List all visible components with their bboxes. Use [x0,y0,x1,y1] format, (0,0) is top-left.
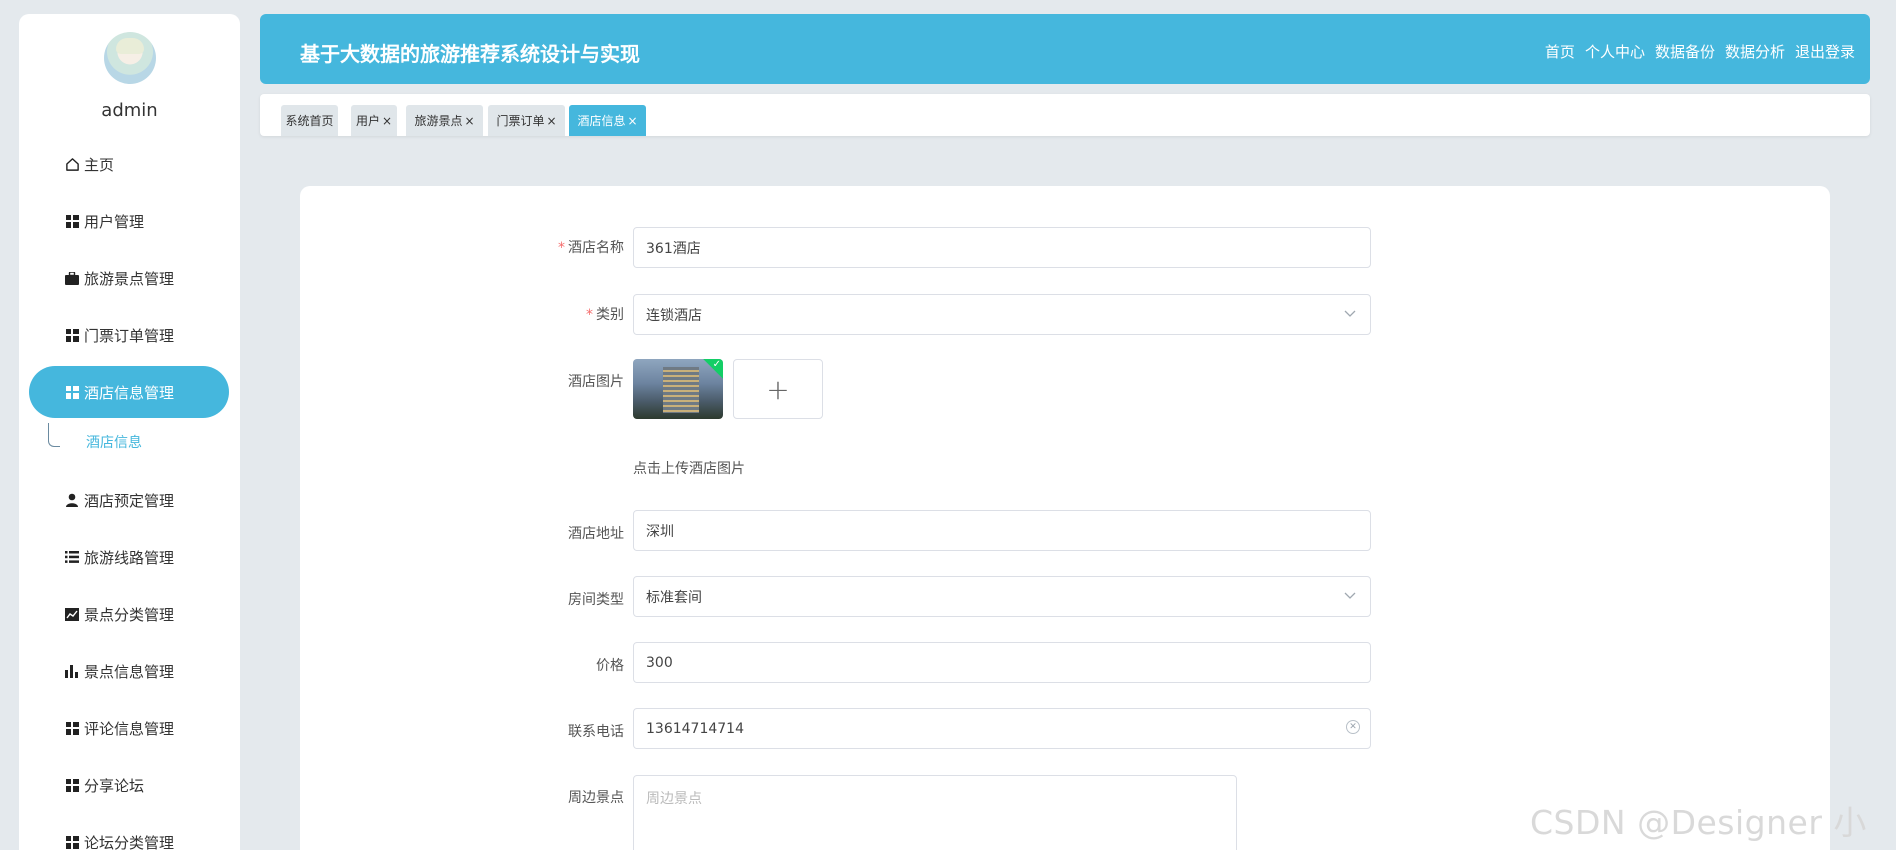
nav-home-link[interactable]: 首页 [1545,41,1575,62]
grid-icon [63,776,81,794]
header-nav: 首页 个人中心 数据备份 数据分析 退出登录 [1545,41,1855,62]
sidebar-item-label: 用户管理 [84,212,145,231]
grid-icon [63,326,81,344]
user-name: admin [101,100,158,121]
chevron-down-icon [1344,307,1356,321]
phone-label: 联系电话 [568,724,624,740]
address-value: 深圳 [646,523,674,540]
upload-tip: 点击上传酒店图片 [633,461,745,477]
price-input[interactable]: 300 [633,642,1371,683]
sidebar-item-label: 主页 [84,155,115,174]
sidebar-item-label: 分享论坛 [84,776,145,795]
nav-profile-link[interactable]: 个人中心 [1585,41,1645,62]
room-type-value: 标准套间 [646,589,702,606]
sidebar: admin 主页 用户管理 旅游景点管理 门票订单管理 酒店信息管理 酒店信息 … [19,14,240,850]
tab-system-home[interactable]: 系统首页 [281,105,338,136]
hotel-image-thumbnail[interactable]: ✓ [633,359,723,419]
tab-label: 系统首页 [285,114,334,128]
list-icon [63,548,81,566]
sidebar-item-hotel-booking[interactable]: 酒店预定管理 [63,480,174,520]
sidebar-item-hotel-info[interactable]: 酒店信息管理 [63,372,174,412]
top-header: 基于大数据的旅游推荐系统设计与实现 首页 个人中心 数据备份 数据分析 退出登录 [260,14,1870,84]
nav-analytics-link[interactable]: 数据分析 [1725,41,1785,62]
room-type-label: 房间类型 [568,592,624,608]
tab-label: 门票订单 [496,114,545,128]
sidebar-item-forum[interactable]: 分享论坛 [63,765,144,805]
grid-icon [63,833,81,850]
phone-input[interactable]: 13614714714 ✕ [633,708,1371,749]
sidebar-item-attraction-categories[interactable]: 景点分类管理 [63,594,174,634]
plus-icon: + [766,372,790,406]
sidebar-item-attraction-info[interactable]: 景点信息管理 [63,651,174,691]
hotel-name-label: * 酒店名称 [558,240,624,256]
category-select[interactable]: 连锁酒店 [633,294,1371,335]
sidebar-item-label: 评论信息管理 [84,719,175,738]
grid-icon [63,383,81,401]
sidebar-item-ticket-orders[interactable]: 门票订单管理 [63,315,174,355]
sidebar-item-label: 旅游景点管理 [84,269,175,288]
nearby-textarea[interactable]: 周边景点 [633,775,1237,850]
check-icon: ✓ [712,359,721,370]
trend-chart-icon [63,605,81,623]
tab-hotel-info[interactable]: 酒店信息 × [569,105,646,136]
tab-label: 酒店信息 [577,114,626,128]
close-icon[interactable]: × [627,114,637,128]
tab-attractions[interactable]: 旅游景点 × [406,105,483,136]
tab-label: 旅游景点 [414,114,463,128]
chevron-down-icon [1344,589,1356,603]
sidebar-item-label: 景点分类管理 [84,605,175,624]
tabs-bar: 系统首页 用户 × 旅游景点 × 门票订单 × 酒店信息 × [260,94,1870,136]
nav-logout-link[interactable]: 退出登录 [1795,41,1855,62]
close-icon[interactable]: × [546,114,556,128]
avatar[interactable] [104,32,156,84]
close-icon[interactable]: × [464,114,474,128]
bar-chart-icon [63,662,81,680]
sidebar-item-label: 酒店信息管理 [84,383,175,402]
category-value: 连锁酒店 [646,307,702,324]
sidebar-item-label: 论坛分类管理 [84,833,175,850]
tab-label: 用户 [355,114,380,128]
tab-ticket-orders[interactable]: 门票订单 × [488,105,565,136]
address-input[interactable]: 深圳 [633,510,1371,551]
hotel-name-value: 361酒店 [646,240,701,257]
address-label: 酒店地址 [568,526,624,542]
upload-image-button[interactable]: + [733,359,823,419]
sidebar-item-label: 旅游线路管理 [84,548,175,567]
sidebar-subitem-hotel-info[interactable]: 酒店信息 [86,432,142,452]
hotel-name-input[interactable]: 361酒店 [633,227,1371,268]
watermark: CSDN @Designer 小郑 [1530,803,1867,842]
sidebar-item-attractions[interactable]: 旅游景点管理 [63,258,174,298]
sidebar-item-comments[interactable]: 评论信息管理 [63,708,174,748]
app-title: 基于大数据的旅游推荐系统设计与实现 [300,42,640,66]
price-value: 300 [646,654,673,671]
tab-users[interactable]: 用户 × [351,105,397,136]
hotel-image-label: 酒店图片 [568,374,624,390]
home-icon [63,155,81,173]
close-icon[interactable]: × [382,114,392,128]
sidebar-item-label: 门票订单管理 [84,326,175,345]
sidebar-item-users[interactable]: 用户管理 [63,201,144,241]
clear-icon[interactable]: ✕ [1346,720,1360,734]
user-icon [63,491,81,509]
sidebar-item-label: 景点信息管理 [84,662,175,681]
grid-icon [63,719,81,737]
grid-icon [63,212,81,230]
sidebar-item-label: 酒店预定管理 [84,491,175,510]
category-label: * 类别 [586,307,624,323]
sidebar-item-forum-categories[interactable]: 论坛分类管理 [63,822,174,850]
room-type-select[interactable]: 标准套间 [633,576,1371,617]
sidebar-item-routes[interactable]: 旅游线路管理 [63,537,174,577]
briefcase-icon [63,269,81,287]
sidebar-item-home[interactable]: 主页 [63,144,114,184]
phone-value: 13614714714 [646,720,744,737]
nearby-label: 周边景点 [568,790,624,806]
price-label: 价格 [596,658,624,674]
submenu-connector [48,423,60,447]
nav-backup-link[interactable]: 数据备份 [1655,41,1715,62]
